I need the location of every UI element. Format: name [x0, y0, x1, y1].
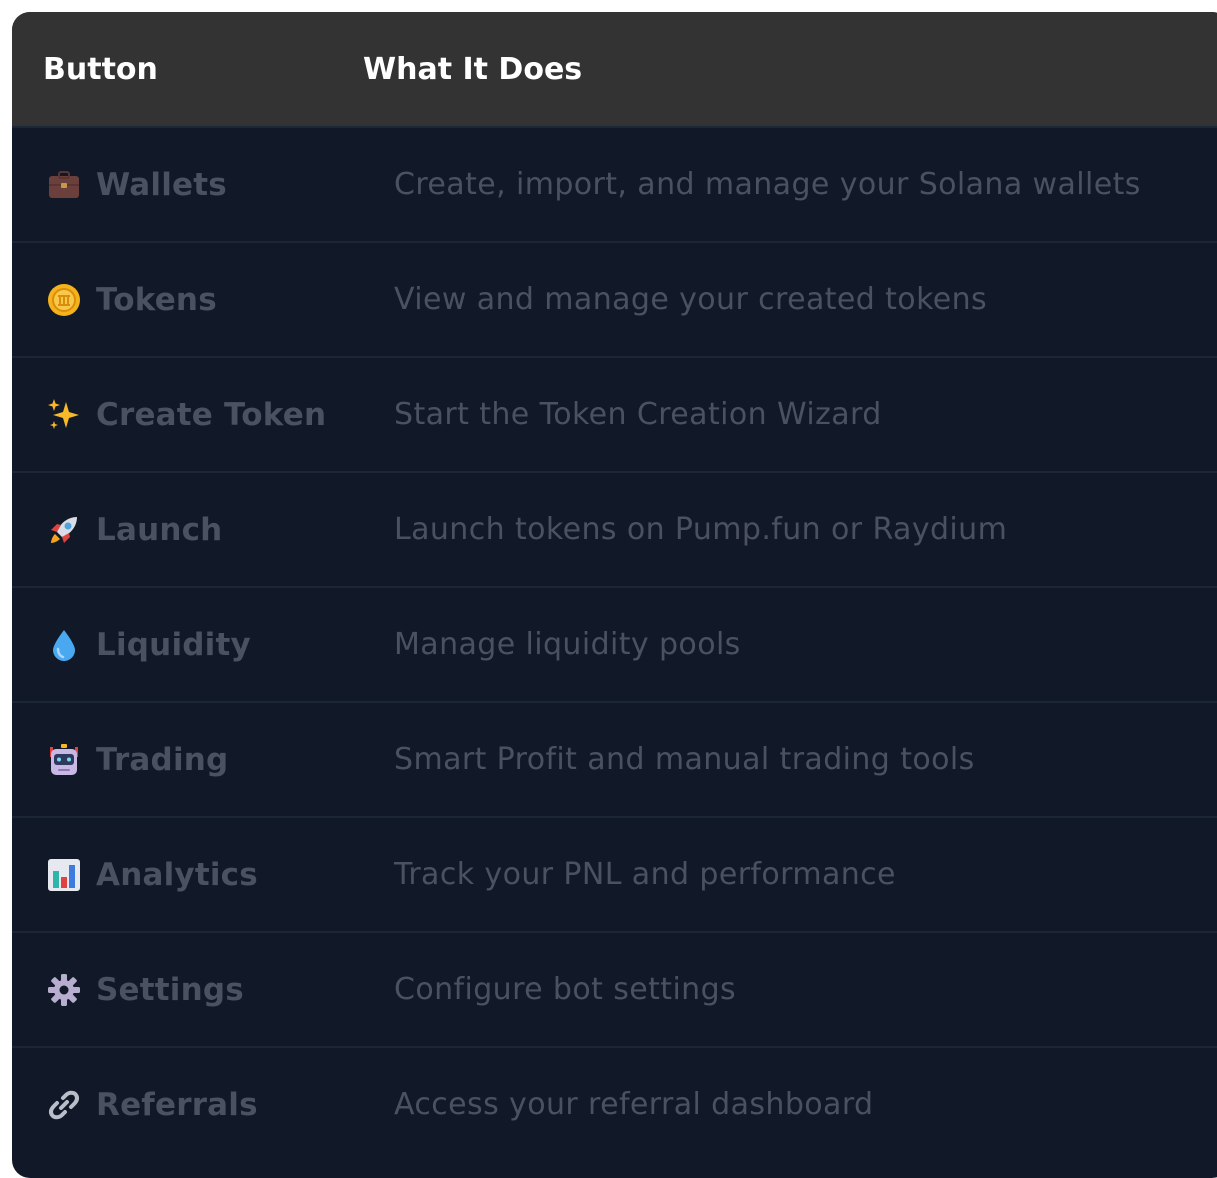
- droplet-icon: [46, 627, 82, 663]
- header-button: Button: [43, 51, 158, 87]
- launch-label: Launch: [96, 511, 223, 548]
- trading-label: Trading: [96, 741, 229, 778]
- referrals-description: Access your referral dashboard: [394, 1087, 874, 1122]
- table-row: Trading Smart Profit and manual trading …: [12, 701, 1217, 816]
- table-row: Analytics Track your PNL and performance: [12, 816, 1217, 931]
- analytics-button[interactable]: Analytics: [12, 857, 394, 893]
- trading-description: Smart Profit and manual trading tools: [394, 742, 975, 777]
- tokens-label: Tokens: [96, 281, 217, 318]
- table-row: Tokens View and manage your created toke…: [12, 241, 1217, 356]
- table-row: Referrals Access your referral dashboard: [12, 1046, 1217, 1161]
- settings-button[interactable]: Settings: [12, 972, 394, 1008]
- referrals-button[interactable]: Referrals: [12, 1087, 394, 1123]
- header-description: What It Does: [363, 51, 583, 87]
- tokens-button[interactable]: Tokens: [12, 282, 394, 318]
- wallets-label: Wallets: [96, 166, 227, 203]
- robot-icon: [46, 742, 82, 778]
- wallets-button[interactable]: Wallets: [12, 167, 394, 203]
- create-token-label: Create Token: [96, 396, 327, 433]
- gear-icon: [46, 972, 82, 1008]
- table-row: Wallets Create, import, and manage your …: [12, 126, 1217, 241]
- table-row: Create Token Start the Token Creation Wi…: [12, 356, 1217, 471]
- sparkles-icon: [46, 397, 82, 433]
- trading-button[interactable]: Trading: [12, 742, 394, 778]
- analytics-description: Track your PNL and performance: [394, 857, 896, 892]
- settings-label: Settings: [96, 971, 244, 1008]
- rocket-icon: [46, 512, 82, 548]
- table-row: Launch Launch tokens on Pump.fun or Rayd…: [12, 471, 1217, 586]
- referrals-label: Referrals: [96, 1086, 258, 1123]
- liquidity-label: Liquidity: [96, 626, 251, 663]
- liquidity-description: Manage liquidity pools: [394, 627, 741, 662]
- table-header: Button What It Does: [12, 12, 1217, 126]
- briefcase-icon: [46, 167, 82, 203]
- launch-description: Launch tokens on Pump.fun or Raydium: [394, 512, 1008, 547]
- liquidity-button[interactable]: Liquidity: [12, 627, 394, 663]
- link-icon: [46, 1087, 82, 1123]
- wallets-description: Create, import, and manage your Solana w…: [394, 167, 1141, 202]
- launch-button[interactable]: Launch: [12, 512, 394, 548]
- table-row: Liquidity Manage liquidity pools: [12, 586, 1217, 701]
- commands-table: Button What It Does Wallets Create, impo…: [12, 12, 1217, 1178]
- settings-description: Configure bot settings: [394, 972, 737, 1007]
- coin-icon: [46, 282, 82, 318]
- table-row: Settings Configure bot settings: [12, 931, 1217, 1046]
- tokens-description: View and manage your created tokens: [394, 282, 988, 317]
- analytics-label: Analytics: [96, 856, 258, 893]
- create-token-button[interactable]: Create Token: [12, 397, 394, 433]
- bar-chart-icon: [46, 857, 82, 893]
- create-token-description: Start the Token Creation Wizard: [394, 397, 882, 432]
